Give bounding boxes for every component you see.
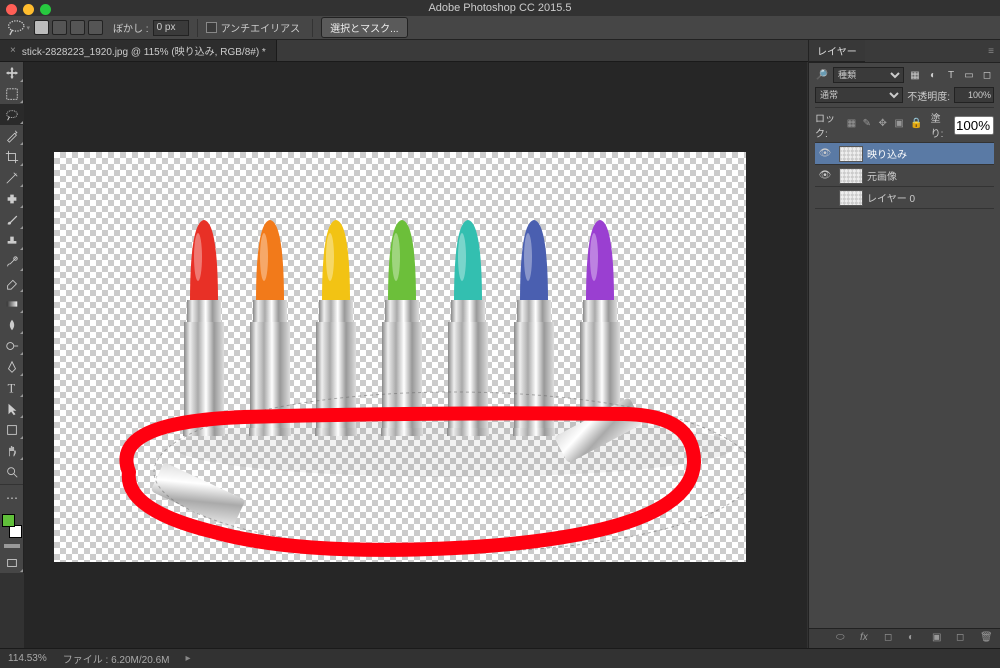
visibility-toggle[interactable]: 👁 <box>815 148 835 159</box>
selection-mode <box>34 20 103 35</box>
history-brush-tool[interactable] <box>0 251 24 272</box>
link-layers-icon[interactable]: ⬭ <box>836 632 850 646</box>
filter-pixel-icon[interactable]: ▦ <box>908 68 922 82</box>
layer-filter-kind[interactable]: 種類 <box>833 67 904 83</box>
canvas-area <box>24 62 807 648</box>
healing-tool[interactable] <box>0 188 24 209</box>
zoom-tool[interactable] <box>0 461 24 482</box>
magic-wand-tool[interactable] <box>0 125 24 146</box>
panels: レイヤー ≡ 🔎 種類 ▦ ◐ T ▭ ◻ 通常 不透明度: ロック: ▦ ✎ … <box>808 40 1000 648</box>
layer-row[interactable]: 👁 映り込み <box>815 143 994 165</box>
lock-artboard-icon[interactable]: ▣ <box>894 118 906 132</box>
options-bar: ▾ ぼかし : アンチエイリアス 選択とマスク... <box>0 16 1000 40</box>
layer-thumbnail[interactable] <box>839 168 863 184</box>
trash-icon[interactable]: 🗑 <box>980 632 994 646</box>
brush-tool[interactable] <box>0 209 24 230</box>
select-and-mask-button[interactable]: 選択とマスク... <box>321 17 407 38</box>
blur-tool[interactable] <box>0 314 24 335</box>
antialias-label: アンチエイリアス <box>221 20 301 35</box>
image-content <box>54 152 746 562</box>
lock-paint-icon[interactable]: ✎ <box>863 118 875 132</box>
move-tool[interactable] <box>0 62 24 83</box>
eraser-tool[interactable] <box>0 272 24 293</box>
layer-fx-icon[interactable]: fx <box>860 632 874 646</box>
hand-tool[interactable] <box>0 440 24 461</box>
marquee-tool[interactable] <box>0 83 24 104</box>
opacity-label: 不透明度: <box>907 88 950 103</box>
layer-name[interactable]: 映り込み <box>867 146 994 161</box>
lock-pos-icon[interactable]: ✥ <box>879 118 891 132</box>
type-tool[interactable]: T <box>0 377 24 398</box>
adjustment-layer-icon[interactable]: ◐ <box>908 632 922 646</box>
selection-subtract[interactable] <box>70 20 85 35</box>
status-bar: 114.53% ファイル : 6.20M/20.6M ▸ <box>0 648 1000 668</box>
new-layer-icon[interactable]: ◻ <box>956 632 970 646</box>
lasso-tool[interactable] <box>0 104 24 125</box>
selection-new[interactable] <box>34 20 49 35</box>
layer-name[interactable]: レイヤー 0 <box>867 190 994 205</box>
visibility-toggle[interactable]: 👁 <box>815 170 835 181</box>
tools-panel: T ⋯ <box>0 62 24 573</box>
panel-menu-icon[interactable]: ≡ <box>982 46 1000 57</box>
filter-adjust-icon[interactable]: ◐ <box>926 68 940 82</box>
path-select-tool[interactable] <box>0 398 24 419</box>
lock-label: ロック: <box>815 110 843 140</box>
eyedropper-tool[interactable] <box>0 167 24 188</box>
quick-mask-toggle[interactable] <box>0 540 23 552</box>
document-canvas[interactable] <box>54 152 746 562</box>
layers-panel-footer: ⬭ fx ◻ ◐ ▣ ◻ 🗑 <box>809 628 1000 648</box>
shape-tool[interactable] <box>0 419 24 440</box>
layer-row[interactable]: レイヤー 0 <box>815 187 994 209</box>
document-tab-label: stick-2828223_1920.jpg @ 115% (映り込み, RGB… <box>22 43 266 58</box>
dodge-tool[interactable] <box>0 335 24 356</box>
window-controls <box>6 4 51 15</box>
lock-all-icon[interactable]: 🔒 <box>910 118 922 132</box>
lasso-icon <box>6 17 26 37</box>
active-tool-indicator[interactable]: ▾ <box>6 19 30 37</box>
selection-add[interactable] <box>52 20 67 35</box>
close-tab-icon[interactable]: × <box>10 45 16 56</box>
feather-label: ぼかし : <box>113 20 149 35</box>
minimize-window[interactable] <box>23 4 34 15</box>
fullscreen-window[interactable] <box>40 4 51 15</box>
feather-input[interactable] <box>153 20 189 36</box>
selection-intersect[interactable] <box>88 20 103 35</box>
pen-tool[interactable] <box>0 356 24 377</box>
crop-tool[interactable] <box>0 146 24 167</box>
filter-smart-icon[interactable]: ◻ <box>980 68 994 82</box>
layers-tab[interactable]: レイヤー <box>809 40 865 62</box>
app-title: Adobe Photoshop CC 2015.5 <box>0 0 1000 16</box>
lock-trans-icon[interactable]: ▦ <box>847 118 859 132</box>
layer-thumbnail[interactable] <box>839 190 863 206</box>
filter-type-icon[interactable]: T <box>944 68 958 82</box>
close-window[interactable] <box>6 4 17 15</box>
filter-icon[interactable]: 🔎 <box>815 68 829 82</box>
gradient-tool[interactable] <box>0 293 24 314</box>
opacity-input[interactable] <box>954 87 994 103</box>
color-swatches[interactable] <box>0 512 24 540</box>
layers-panel-body: 🔎 種類 ▦ ◐ T ▭ ◻ 通常 不透明度: ロック: ▦ ✎ ✥ ▣ 🔒 塗… <box>809 63 1000 213</box>
foreground-color[interactable] <box>2 514 15 527</box>
edit-toolbar[interactable]: ⋯ <box>0 487 24 508</box>
layer-mask-icon[interactable]: ◻ <box>884 632 898 646</box>
svg-text:T: T <box>8 381 16 395</box>
screen-mode[interactable] <box>0 552 24 573</box>
file-info[interactable]: ファイル : 6.20M/20.6M <box>63 651 170 666</box>
layer-thumbnail[interactable] <box>839 146 863 162</box>
blend-mode-select[interactable]: 通常 <box>815 87 903 103</box>
layer-group-icon[interactable]: ▣ <box>932 632 946 646</box>
layer-name[interactable]: 元画像 <box>867 168 994 183</box>
layer-row[interactable]: 👁 元画像 <box>815 165 994 187</box>
document-tab[interactable]: × stick-2828223_1920.jpg @ 115% (映り込み, R… <box>0 40 277 61</box>
fill-label: 塗り: <box>931 110 950 140</box>
fill-input[interactable] <box>954 116 994 135</box>
zoom-readout[interactable]: 114.53% <box>8 653 47 664</box>
antialias-checkbox[interactable] <box>206 22 217 33</box>
layer-list: 👁 映り込み👁 元画像 レイヤー 0 <box>815 143 994 209</box>
stamp-tool[interactable] <box>0 230 24 251</box>
filter-shape-icon[interactable]: ▭ <box>962 68 976 82</box>
